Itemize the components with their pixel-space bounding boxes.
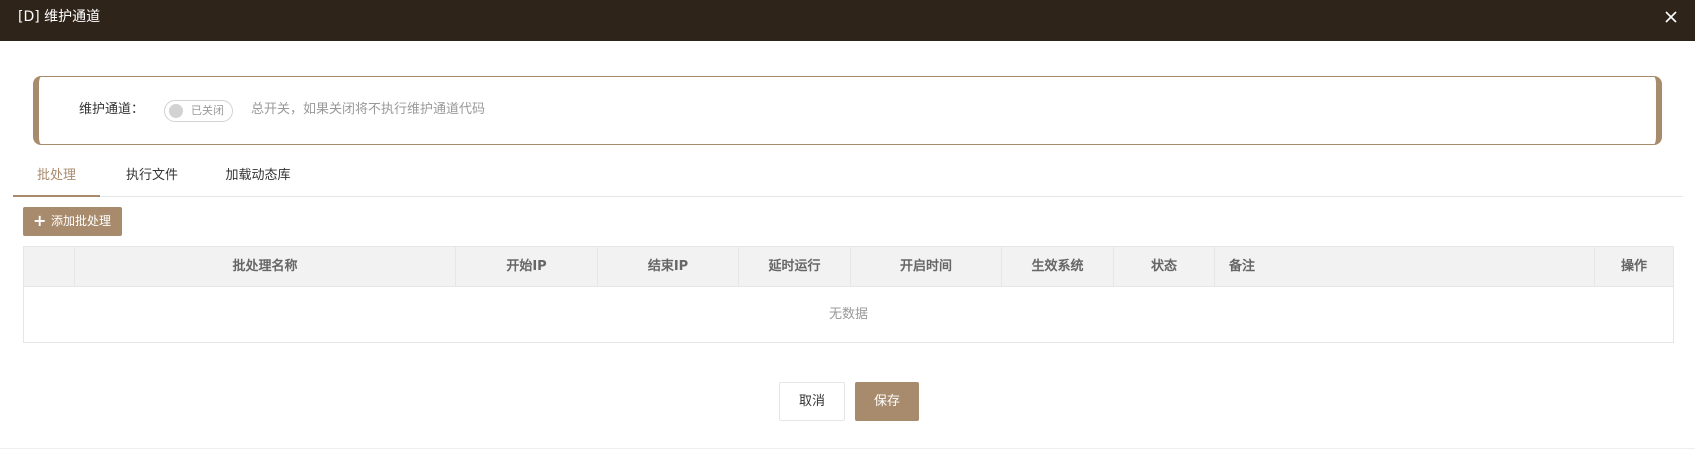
tab-bar: 批处理 执行文件 加载动态库 [13, 158, 1683, 197]
maintenance-switch-panel: 维护通道： 已关闭 总开关，如果关闭将不执行维护通道代码 [33, 76, 1662, 145]
tab-executable[interactable]: 执行文件 [116, 158, 188, 197]
maintenance-switch-label: 维护通道： [79, 102, 145, 117]
column-header-delay[interactable]: 延时运行 [739, 247, 851, 286]
column-header-start-time[interactable]: 开启时间 [851, 247, 1002, 286]
add-batch-button[interactable]: + 添加批处理 [23, 207, 122, 236]
column-header-remark[interactable]: 备注 [1215, 247, 1595, 286]
add-batch-button-label: 添加批处理 [51, 214, 112, 228]
tab-batch[interactable]: 批处理 [13, 158, 100, 197]
column-header-start-ip[interactable]: 开始IP [456, 247, 598, 286]
maintenance-toggle[interactable]: 已关闭 [164, 100, 233, 122]
table-empty-text: 无数据 [828, 307, 868, 322]
dialog-titlebar: [D] 维护通道 [0, 0, 1695, 41]
table-header: 批处理名称 开始IP 结束IP 延时运行 开启时间 生效系统 状态 备注 操作 [24, 247, 1673, 287]
batch-table: 批处理名称 开始IP 结束IP 延时运行 开启时间 生效系统 状态 备注 操作 … [23, 246, 1674, 343]
column-header-status[interactable]: 状态 [1114, 247, 1215, 286]
dialog-bottom-divider [0, 448, 1695, 449]
close-icon[interactable] [1661, 7, 1681, 27]
column-header-end-ip[interactable]: 结束IP [598, 247, 739, 286]
column-header-system[interactable]: 生效系统 [1002, 247, 1114, 286]
save-button[interactable]: 保存 [855, 382, 919, 421]
toggle-knob [169, 104, 183, 118]
column-header-name[interactable]: 批处理名称 [75, 247, 456, 286]
column-header-select [24, 247, 75, 286]
column-header-actions: 操作 [1620, 259, 1647, 274]
tab-dynamic-library[interactable]: 加载动态库 [214, 158, 302, 197]
dialog-title: [D] 维护通道 [18, 9, 101, 25]
close-icon-graphic [1665, 11, 1677, 23]
plus-icon: + [33, 211, 47, 230]
cancel-button[interactable]: 取消 [779, 382, 845, 421]
maintenance-switch-hint: 总开关，如果关闭将不执行维护通道代码 [251, 102, 486, 117]
toggle-state-text: 已关闭 [191, 104, 224, 117]
